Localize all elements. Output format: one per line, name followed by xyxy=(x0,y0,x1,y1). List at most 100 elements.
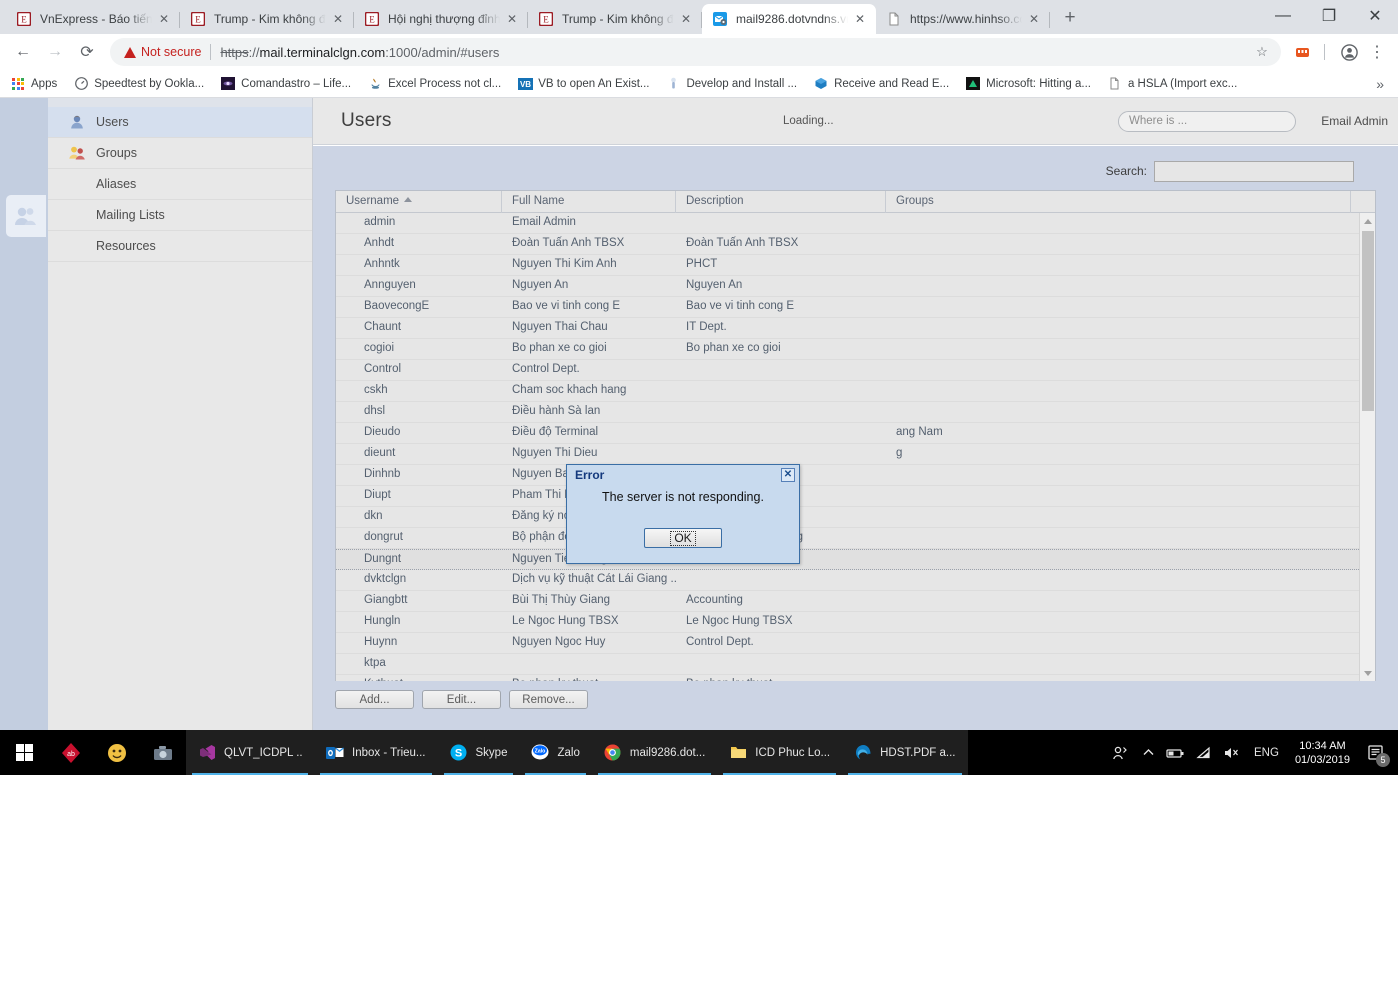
people-icon[interactable] xyxy=(6,195,46,237)
action-center-icon[interactable]: 5 xyxy=(1358,730,1392,775)
table-row[interactable]: Chaunt Nguyen Thai Chau IT Dept. xyxy=(336,318,1375,339)
bookmark-item[interactable]: Microsoft: Hitting a... xyxy=(965,76,1091,92)
chrome-menu-icon[interactable]: ⋮ xyxy=(1364,39,1390,65)
edit-button[interactable]: Edit... xyxy=(422,690,501,709)
column-header-description[interactable]: Description xyxy=(676,191,886,213)
taskbar-item-zalo[interactable]: Zalo Zalo xyxy=(519,730,592,775)
close-icon[interactable]: ✕ xyxy=(330,11,346,27)
ok-button[interactable]: OK xyxy=(644,528,722,548)
browser-tab[interactable]: E Trump - Kim không đạt ✕ xyxy=(528,4,702,34)
bookmark-item[interactable]: Receive and Read E... xyxy=(813,76,949,92)
taskbar-item-skype[interactable]: S Skype xyxy=(437,730,520,775)
browser-tab[interactable]: E Hội nghị thượng đỉnh M ✕ xyxy=(354,4,528,34)
bookmarks-overflow-icon[interactable]: » xyxy=(1376,76,1388,92)
windows-start-icon[interactable] xyxy=(0,730,48,775)
bookmark-star-icon[interactable]: ☆ xyxy=(1249,39,1275,65)
table-row[interactable]: dieunt Nguyen Thi Dieu g xyxy=(336,444,1375,465)
table-row[interactable]: ktpa xyxy=(336,654,1375,675)
table-row[interactable]: DinhnbNguyen Ba DinhManager MnR xyxy=(336,465,1375,486)
table-row[interactable]: admin Email Admin xyxy=(336,213,1375,234)
bookmark-item[interactable]: a HSLA (Import exc... xyxy=(1107,76,1237,92)
close-icon[interactable]: ✕ xyxy=(852,11,868,27)
column-header-username[interactable]: Username xyxy=(336,191,502,213)
language-indicator[interactable]: ENG xyxy=(1246,747,1287,759)
add-button[interactable]: Add... xyxy=(335,690,414,709)
table-row[interactable]: dknĐăng ký nợĐăng ký nợ xyxy=(336,507,1375,528)
bookmark-apps[interactable]: Apps xyxy=(10,76,57,92)
sidebar-item-users[interactable]: Users xyxy=(48,107,312,138)
wifi-icon[interactable] xyxy=(1190,730,1218,775)
taskbar-item-folder[interactable]: ICD Phuc Lo... xyxy=(717,730,843,775)
column-header-groups[interactable]: Groups xyxy=(886,191,1351,213)
close-icon[interactable]: ✕ xyxy=(504,11,520,27)
extension-icon[interactable] xyxy=(1289,39,1315,65)
close-window-icon[interactable]: ✕ xyxy=(1352,0,1398,32)
where-is-input[interactable]: Where is ... xyxy=(1118,110,1296,132)
table-row[interactable]: Control Control Dept. xyxy=(336,360,1375,381)
table-row[interactable]: Dieudo Điều độ Terminal ang Nam xyxy=(336,423,1375,444)
table-row[interactable]: dongrutBộ phận đóng rút hàngBộ phận đóng… xyxy=(336,528,1375,549)
new-tab-button[interactable]: + xyxy=(1056,4,1084,32)
taskbar-item-outlook[interactable]: Inbox - Trieu... xyxy=(314,730,438,775)
table-row[interactable]: KythuatBo phan ky thuatBo phan ky thuat xyxy=(336,675,1375,681)
table-row[interactable]: cskh Cham soc khach hang xyxy=(336,381,1375,402)
browser-tab[interactable]: E VnExpress - Báo tiếng V ✕ xyxy=(6,4,180,34)
close-icon[interactable]: ✕ xyxy=(678,11,694,27)
volume-muted-icon[interactable] xyxy=(1218,730,1246,775)
profile-avatar-icon[interactable] xyxy=(1336,39,1362,65)
close-icon[interactable]: ✕ xyxy=(156,11,172,27)
emoji-icon[interactable] xyxy=(94,730,140,775)
search-input[interactable] xyxy=(1154,160,1354,182)
forward-icon[interactable]: → xyxy=(40,37,70,67)
account-label[interactable]: Email Admin xyxy=(1321,114,1388,128)
taskbar-item-qlvt[interactable]: QLVT_ICDPL ... xyxy=(186,730,314,775)
close-icon[interactable]: ✕ xyxy=(781,467,795,482)
scrollbar-thumb[interactable] xyxy=(1362,231,1374,411)
table-row[interactable]: Hungln Le Ngoc Hung TBSX Le Ngoc Hung TBSX xyxy=(336,612,1375,633)
vertical-scrollbar[interactable] xyxy=(1359,213,1375,681)
bookmark-item[interactable]: VB VB to open An Exist... xyxy=(517,76,649,92)
clock[interactable]: 10:34 AM 01/03/2019 xyxy=(1287,739,1358,767)
battery-icon[interactable] xyxy=(1162,730,1190,775)
browser-tab-active[interactable]: mail9286.dotvndns.vn - ✕ xyxy=(702,4,876,34)
remove-button[interactable]: Remove... xyxy=(509,690,588,709)
table-row[interactable]: dvktclgn Dịch vụ kỹ thuật Cát Lái Giang .… xyxy=(336,570,1375,591)
table-row-selected[interactable]: DungntNguyen Tien DungGiam Doc Dieu Hanh xyxy=(336,549,1375,570)
back-icon[interactable]: ← xyxy=(8,37,38,67)
close-icon[interactable]: ✕ xyxy=(1026,11,1042,27)
cell-groups xyxy=(886,570,1351,590)
not-secure-indicator[interactable]: Not secure xyxy=(124,45,201,59)
scroll-down-icon[interactable] xyxy=(1360,665,1375,681)
browser-tab[interactable]: https://www.hinhso.com ✕ xyxy=(876,4,1050,34)
table-row[interactable]: BaovecongE Bao ve vi tinh cong E Bao ve vi… xyxy=(336,297,1375,318)
sidebar-item-mailing-lists[interactable]: Mailing Lists xyxy=(48,200,312,231)
maximize-icon[interactable]: ❐ xyxy=(1306,0,1352,32)
column-header-fullname[interactable]: Full Name xyxy=(502,191,676,213)
table-row[interactable]: Annguyen Nguyen An Nguyen An xyxy=(336,276,1375,297)
bookmark-item[interactable]: Comandastro – Life... xyxy=(220,76,351,92)
taskbar-item-edge[interactable]: HDST.PDF a... xyxy=(842,730,968,775)
table-row[interactable]: DiuptPham Thi DiuPhòng HCNS xyxy=(336,486,1375,507)
scroll-up-icon[interactable] xyxy=(1360,213,1375,229)
reload-icon[interactable]: ⟳ xyxy=(72,37,102,67)
table-row[interactable]: Giangbtt Bùi Thị Thùy Giang Accounting xyxy=(336,591,1375,612)
table-row[interactable]: cogioi Bo phan xe co gioi Bo phan xe co gi… xyxy=(336,339,1375,360)
table-row[interactable]: Anhntk Nguyen Thi Kim Anh PHCT xyxy=(336,255,1375,276)
minimize-icon[interactable]: — xyxy=(1260,0,1306,32)
browser-tab[interactable]: E Trump - Kim không đạt ✕ xyxy=(180,4,354,34)
taskbar-item-chrome[interactable]: mail9286.dot... xyxy=(591,730,718,775)
unikey-icon[interactable]: ab xyxy=(48,730,94,775)
sidebar-item-resources[interactable]: Resources xyxy=(48,231,312,262)
camera-icon[interactable] xyxy=(140,730,186,775)
table-row[interactable]: dhsl Điều hành Sà lan xyxy=(336,402,1375,423)
bookmark-item[interactable]: Excel Process not cl... xyxy=(367,76,501,92)
sidebar-item-groups[interactable]: Groups xyxy=(48,138,312,169)
people-tray-icon[interactable] xyxy=(1106,730,1134,775)
table-row[interactable]: Huynn Nguyen Ngoc Huy Control Dept. xyxy=(336,633,1375,654)
bookmark-item[interactable]: Develop and Install ... xyxy=(665,76,797,92)
bookmark-item[interactable]: Speedtest by Ookla... xyxy=(73,76,204,92)
show-hidden-icons-icon[interactable] xyxy=(1134,730,1162,775)
table-row[interactable]: Anhdt Đoàn Tuấn Anh TBSX Đoàn Tuấn Anh TBS… xyxy=(336,234,1375,255)
address-bar[interactable]: Not secure https://mail.terminalclgn.com… xyxy=(110,38,1281,66)
sidebar-item-aliases[interactable]: Aliases xyxy=(48,169,312,200)
